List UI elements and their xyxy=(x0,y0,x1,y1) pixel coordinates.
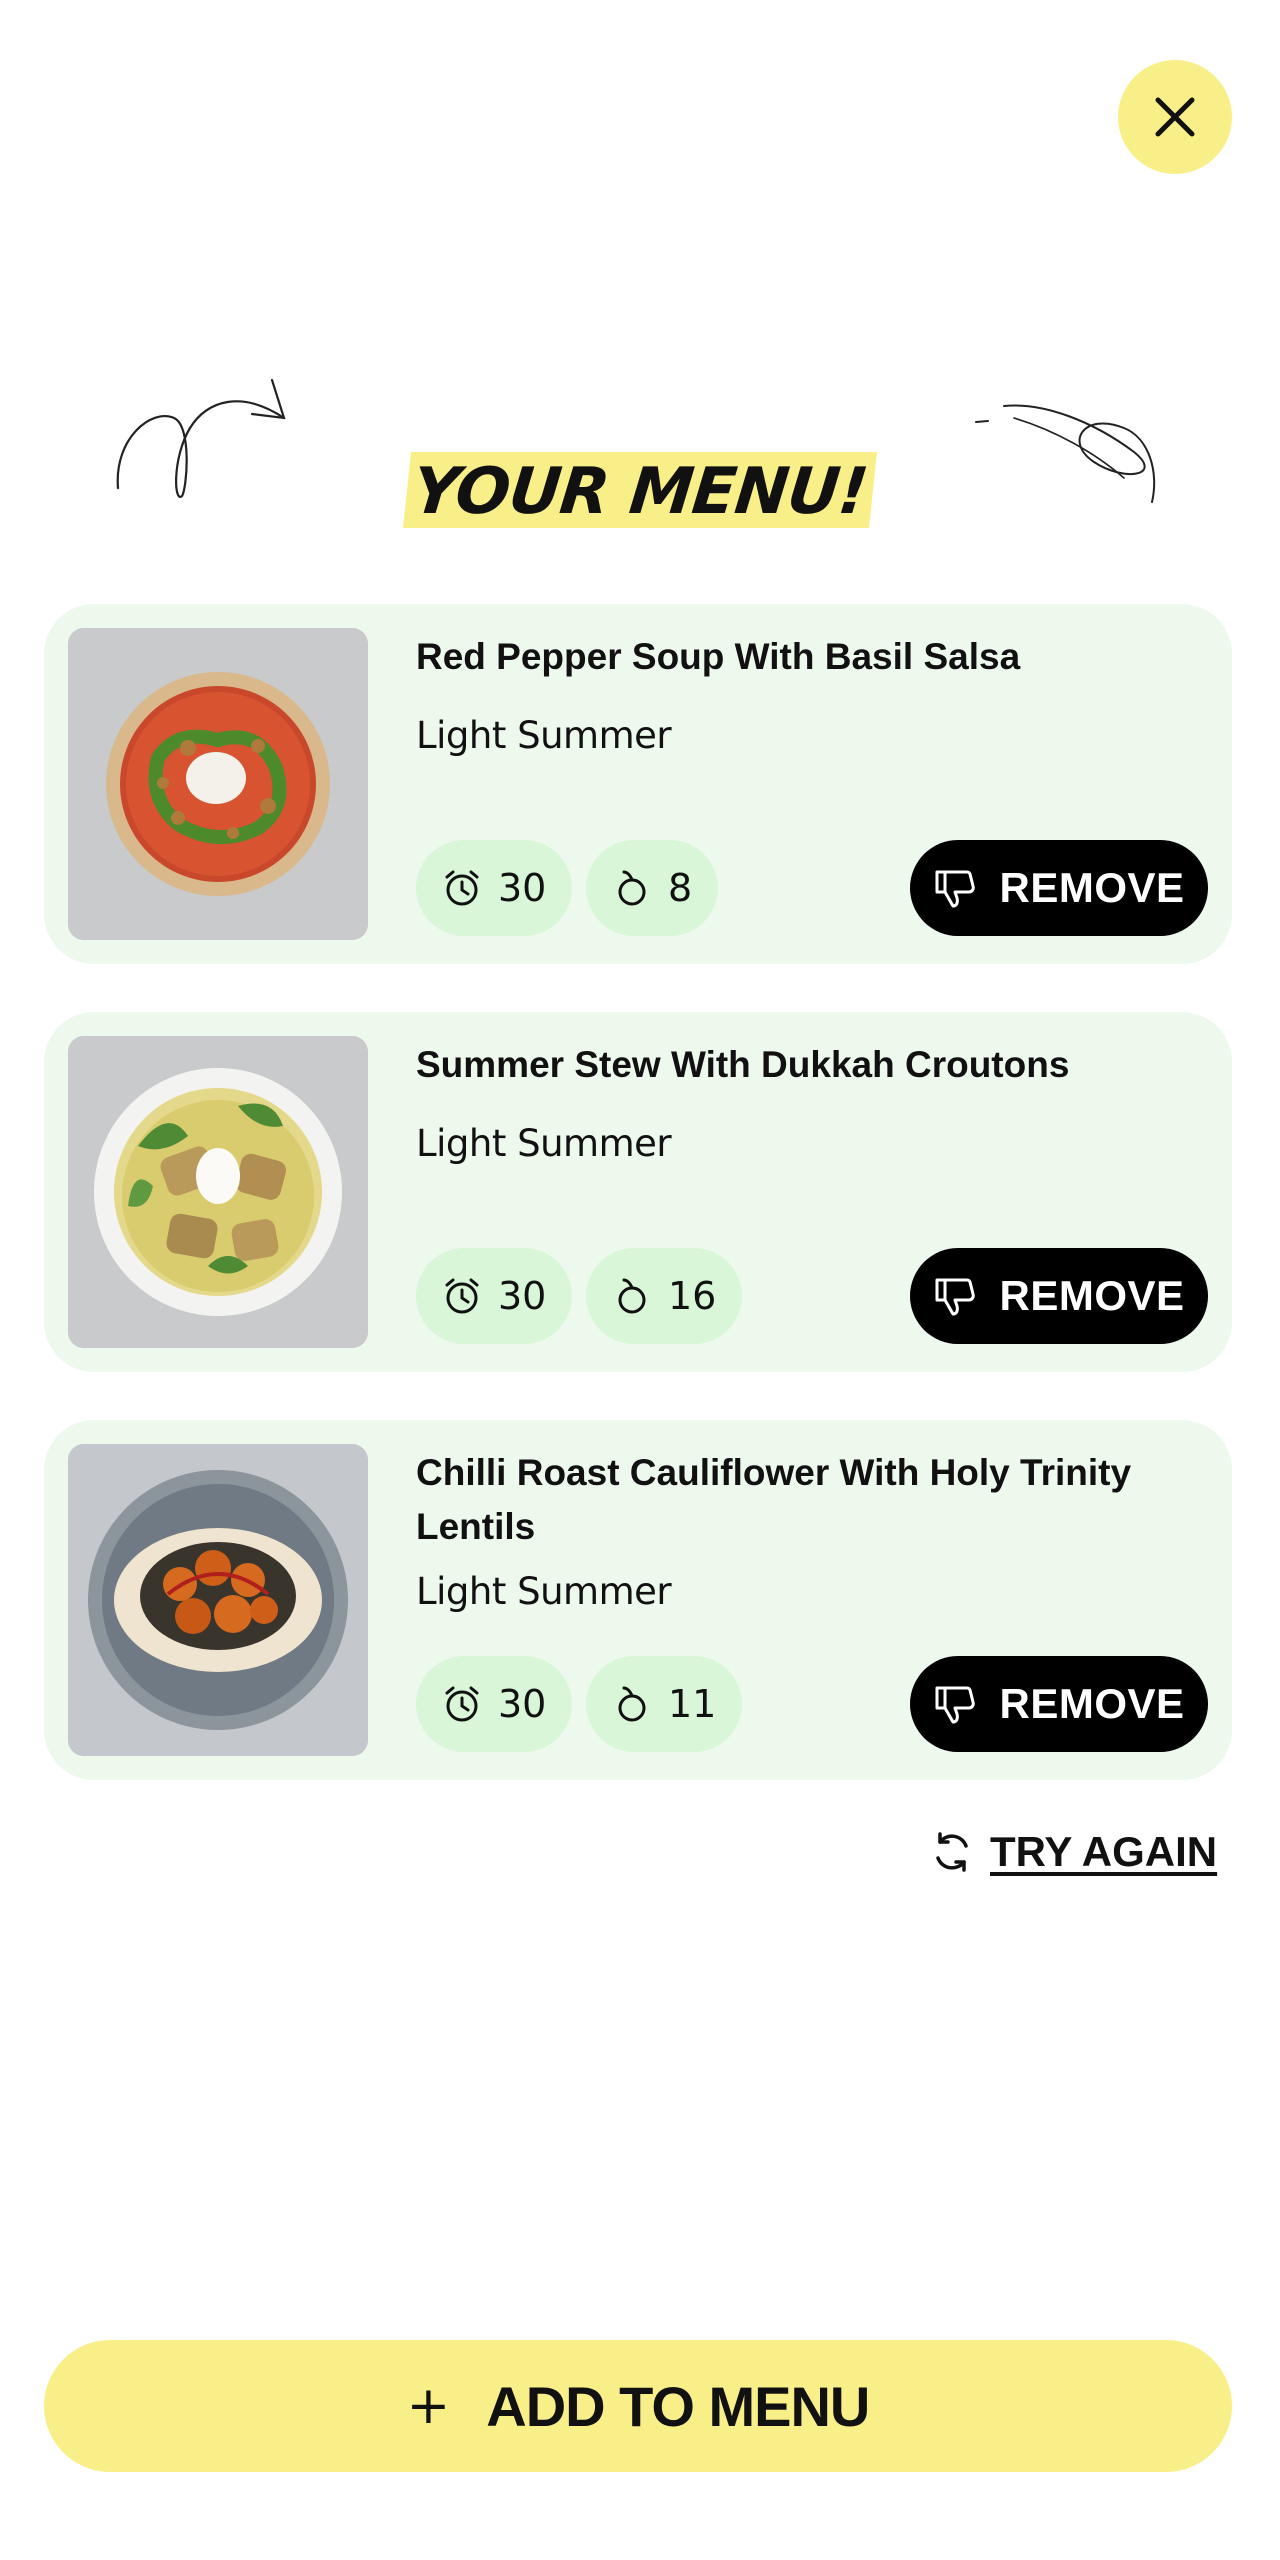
page-title: YOUR MENU! xyxy=(402,452,878,529)
produce-icon xyxy=(618,1686,646,1722)
time-value: 30 xyxy=(498,866,547,910)
recipe-title: Red Pepper Soup With Basil Salsa xyxy=(416,636,1021,677)
remove-button[interactable]: REMOVE xyxy=(910,840,1208,936)
recipe-subtitle: Light Summer xyxy=(416,1122,672,1165)
add-to-menu-button[interactable]: + ADD TO MENU xyxy=(44,2340,1232,2472)
recipe-title: Summer Stew With Dukkah Croutons xyxy=(416,1044,1070,1085)
time-value: 30 xyxy=(498,1682,547,1726)
recipe-card[interactable]: Summer Stew With Dukkah Croutons Light S… xyxy=(44,1012,1232,1372)
add-to-menu-label: ADD TO MENU xyxy=(486,2374,870,2438)
thumbs-down-icon xyxy=(935,870,976,908)
ingredients-value: 16 xyxy=(668,1274,717,1318)
plus-icon: + xyxy=(406,2376,451,2436)
close-button[interactable] xyxy=(1118,60,1232,174)
recipe-card[interactable]: Chilli Roast Cauliflower With Holy Trini… xyxy=(44,1420,1232,1780)
thumbs-down-icon xyxy=(935,1686,976,1724)
close-icon xyxy=(1155,97,1195,137)
produce-icon xyxy=(618,1278,646,1314)
ingredients-value: 11 xyxy=(668,1682,717,1726)
produce-icon xyxy=(618,870,646,906)
time-badge: 30 xyxy=(416,840,573,936)
alarm-clock-icon xyxy=(445,870,479,906)
try-again-label: TRY AGAIN xyxy=(990,1828,1218,1875)
ingredients-value: 8 xyxy=(668,866,693,910)
remove-button[interactable]: REMOVE xyxy=(910,1248,1208,1344)
alarm-clock-icon xyxy=(445,1278,479,1314)
remove-label: REMOVE xyxy=(999,1680,1185,1727)
remove-label: REMOVE xyxy=(999,864,1185,911)
recipe-image-cauliflower xyxy=(68,1444,368,1756)
alarm-clock-icon xyxy=(445,1686,479,1722)
remove-label: REMOVE xyxy=(999,1272,1185,1319)
time-badge: 30 xyxy=(416,1248,573,1344)
remove-button[interactable]: REMOVE xyxy=(910,1656,1208,1752)
recipe-image-stew xyxy=(68,1036,368,1348)
ingredients-badge: 11 xyxy=(586,1656,743,1752)
ingredients-badge: 16 xyxy=(586,1248,743,1344)
ingredients-badge: 8 xyxy=(586,840,719,936)
recipe-title: Chilli Roast Cauliflower With Holy Trini… xyxy=(416,1452,1132,1547)
recipe-subtitle: Light Summer xyxy=(416,714,672,757)
recipe-image-soup xyxy=(68,628,368,940)
time-value: 30 xyxy=(498,1274,547,1318)
thumbs-down-icon xyxy=(935,1278,976,1316)
try-again-link[interactable]: TRY AGAIN xyxy=(928,1828,1217,1876)
recipe-subtitle: Light Summer xyxy=(416,1570,672,1613)
recipe-card[interactable]: Red Pepper Soup With Basil Salsa Light S… xyxy=(44,604,1232,964)
refresh-icon xyxy=(936,1832,968,1872)
time-badge: 30 xyxy=(416,1656,573,1752)
